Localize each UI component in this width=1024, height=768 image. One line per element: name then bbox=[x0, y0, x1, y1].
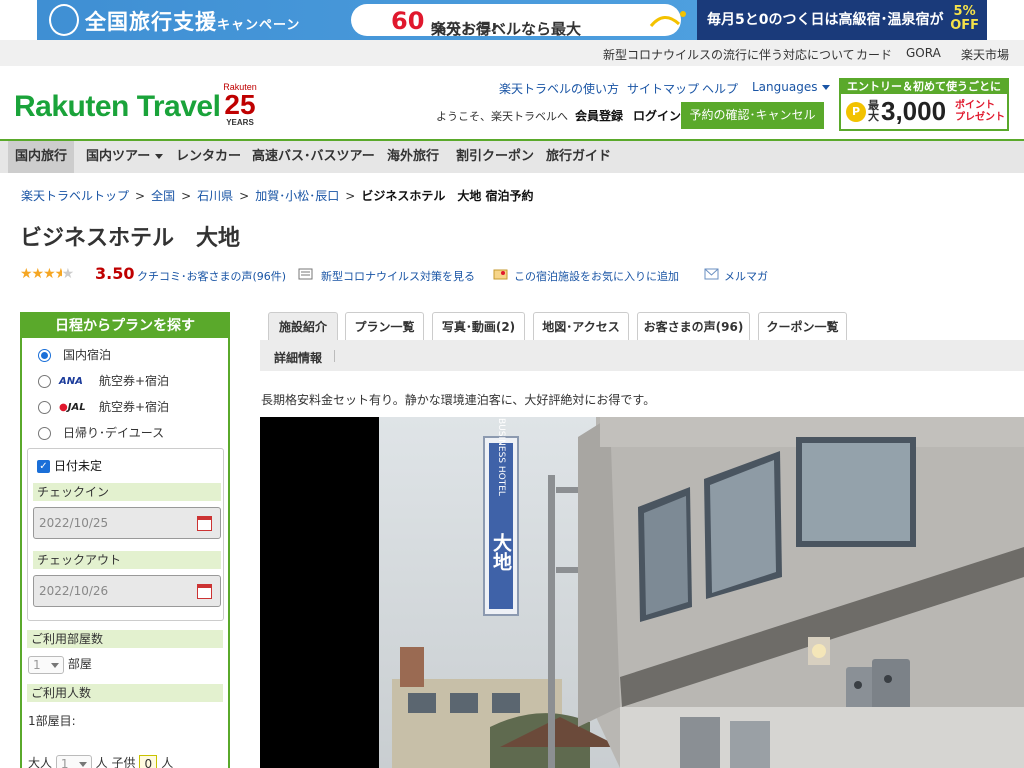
tab-reviews[interactable]: お客さまの声(96) bbox=[637, 312, 750, 340]
calendar-icon[interactable] bbox=[197, 516, 212, 531]
covid-info-link[interactable]: 新型コロナウイルスの流行に伴う対応について bbox=[603, 46, 855, 63]
main-nav: 国内旅行 国内ツアー レンタカー 高速バス･バスツアー 海外旅行 割引クーポン … bbox=[0, 139, 1024, 173]
covid-measures-link[interactable]: 新型コロナウイルス対策を見る bbox=[321, 268, 475, 284]
review-score: 3.50 bbox=[95, 264, 135, 283]
rooms-row: 1 部屋 bbox=[28, 655, 92, 674]
checkout-input[interactable]: 2022/10/26 bbox=[33, 575, 221, 607]
chevron-down-icon bbox=[155, 154, 164, 159]
radio-selected[interactable] bbox=[38, 349, 51, 362]
review-link[interactable]: クチコミ･お客さまの声(96件) bbox=[137, 268, 286, 284]
banner-title: 全国旅行支援キャンペーン bbox=[85, 10, 301, 34]
languages-dropdown[interactable]: Languages bbox=[752, 80, 831, 94]
date-undecided-checkbox[interactable]: ✓ 日付未定 bbox=[37, 457, 102, 474]
card-link[interactable]: カード bbox=[856, 46, 892, 63]
checkin-input[interactable]: 2022/10/25 bbox=[33, 507, 221, 539]
hotel-description: 長期格安料金セット有り。静かな環境連泊客に、大好評絶対にお得です。 bbox=[261, 393, 656, 407]
star-rating-icon: ★★★★★ bbox=[20, 266, 74, 282]
welcome-text: ようこそ、楽天トラベルへ bbox=[436, 110, 568, 123]
calendar-icon[interactable] bbox=[197, 584, 212, 599]
rooms-label: ご利用部屋数 bbox=[27, 630, 223, 648]
tab-photos[interactable]: 写真･動画(2) bbox=[432, 312, 525, 340]
breadcrumb-prefecture[interactable]: 石川県 bbox=[197, 189, 233, 203]
nav-bus[interactable]: 高速バス･バスツアー bbox=[245, 141, 382, 173]
nav-domestic-tour[interactable]: 国内ツアー bbox=[79, 141, 170, 173]
newsletter-link[interactable]: メルマガ bbox=[724, 268, 768, 284]
jal-logo-icon: ●JAL bbox=[59, 402, 86, 413]
sign-en-text: BUSINESS HOTEL bbox=[496, 418, 506, 496]
breadcrumb-area[interactable]: 加賀･小松･辰口 bbox=[255, 189, 339, 203]
hotel-exterior-image: BUSINESS HOTEL 大地 bbox=[260, 417, 1024, 768]
breadcrumb-national[interactable]: 全国 bbox=[151, 189, 175, 203]
option-day-use[interactable]: 日帰り･デイユース bbox=[38, 424, 164, 441]
help-link[interactable]: ヘルプ bbox=[702, 80, 738, 97]
chevron-down-icon bbox=[822, 85, 831, 90]
nav-rental-car[interactable]: レンタカー bbox=[169, 141, 248, 173]
decoration-icon bbox=[649, 11, 686, 27]
point-coin-icon: P bbox=[846, 102, 866, 122]
option-ana-package[interactable]: ANA 航空券+宿泊 bbox=[38, 372, 169, 389]
banner-offer: 楽天トラベルなら最大 60 %分お得! bbox=[351, 4, 681, 38]
how-to-use-link[interactable]: 楽天トラベルの使い方 bbox=[499, 80, 619, 97]
tab-plans[interactable]: プラン一覧 bbox=[345, 312, 424, 340]
gora-link[interactable]: GORA bbox=[906, 46, 941, 60]
divider bbox=[334, 350, 335, 362]
breadcrumb: 楽天トラベルトップ > 全国 > 石川県 > 加賀･小松･辰口 > ビジネスホテル 大地 宿泊予… bbox=[21, 189, 534, 203]
banner-right-offer: 毎月5と0のつく日は高級宿･温泉宿が 5% OFF bbox=[697, 0, 987, 40]
checkin-label: チェックイン bbox=[33, 483, 221, 501]
rating-row: ★★★★★ 3.50 クチコミ･お客さまの声(96件) 新型コロナウイルス対策を… bbox=[20, 264, 768, 283]
date-search-panel: 日程からプランを探す 国内宿泊 ANA 航空券+宿泊 ●JAL 航空券+宿泊 日帰り… bbox=[20, 312, 230, 768]
register-link[interactable]: 会員登録 bbox=[575, 107, 623, 124]
entry-point-banner[interactable]: エントリー＆初めて使うごとに P 最大 3,000 ポイント プレゼント bbox=[839, 78, 1009, 131]
document-icon bbox=[298, 268, 313, 280]
tab-map[interactable]: 地図･アクセス bbox=[533, 312, 629, 340]
child-input[interactable]: 0 bbox=[139, 754, 158, 768]
mail-icon bbox=[704, 268, 719, 280]
nav-coupon[interactable]: 割引クーポン bbox=[449, 141, 541, 173]
people-row: 大人 1 人 子供 0 人 bbox=[28, 754, 173, 768]
page-title: ビジネスホテル 大地 bbox=[20, 226, 241, 251]
banner-strip: 全国旅行支援キャンペーン 楽天トラベルなら最大 60 %分お得! 毎月5と0のつく日… bbox=[0, 0, 1024, 40]
favorite-folder-icon bbox=[493, 269, 508, 280]
option-domestic-stay[interactable]: 国内宿泊 bbox=[38, 346, 111, 363]
rakuten-travel-logo[interactable]: Rakuten Travel bbox=[14, 90, 221, 124]
add-favorite-link[interactable]: この宿泊施設をお気に入りに追加 bbox=[514, 268, 679, 284]
rakuten-ichiba-link[interactable]: 楽天市場 bbox=[961, 46, 1009, 63]
reservation-check-button[interactable]: 予約の確認･キャンセル bbox=[681, 102, 824, 129]
hotel-photo[interactable]: BUSINESS HOTEL 大地 bbox=[260, 417, 1024, 768]
room1-label: 1部屋目: bbox=[28, 714, 76, 728]
checkout-label: チェックアウト bbox=[33, 551, 221, 569]
campaign-banner[interactable]: 全国旅行支援キャンペーン 楽天トラベルなら最大 60 %分お得! 毎月5と0のつく日… bbox=[37, 0, 987, 40]
tab-facility-info[interactable]: 施設紹介 bbox=[268, 312, 338, 340]
campaign-logo-icon bbox=[49, 4, 79, 36]
sign-jp-text: 大地 bbox=[490, 532, 512, 571]
nav-overseas[interactable]: 海外旅行 bbox=[380, 141, 446, 173]
search-panel-header: 日程からプランを探す bbox=[22, 314, 228, 338]
checkmark-icon: ✓ bbox=[37, 460, 50, 473]
anniversary-badge: Rakuten 25 YEARS bbox=[223, 82, 257, 127]
tab-coupons[interactable]: クーポン一覧 bbox=[758, 312, 847, 340]
subtab-details[interactable]: 詳細情報 bbox=[274, 349, 322, 366]
date-box: ✓ 日付未定 チェックイン 2022/10/25 チェックアウト 2022/10/… bbox=[27, 448, 224, 621]
option-jal-package[interactable]: ●JAL 航空券+宿泊 bbox=[38, 398, 169, 415]
breadcrumb-top[interactable]: 楽天トラベルトップ bbox=[21, 189, 129, 203]
sitemap-link[interactable]: サイトマップ bbox=[627, 80, 699, 97]
nav-guide[interactable]: 旅行ガイド bbox=[539, 141, 618, 173]
nav-domestic-travel[interactable]: 国内旅行 bbox=[8, 141, 75, 173]
utility-bar: 新型コロナウイルスの流行に伴う対応について カード GORA 楽天市場 bbox=[0, 40, 1024, 66]
adult-select[interactable]: 1 bbox=[55, 754, 92, 768]
breadcrumb-current: ビジネスホテル 大地 宿泊予約 bbox=[361, 189, 534, 203]
login-link[interactable]: ログイン bbox=[633, 107, 681, 124]
people-label: ご利用人数 bbox=[27, 684, 223, 702]
subtab-bar: 詳細情報 bbox=[260, 340, 1024, 371]
rooms-select[interactable]: 1 bbox=[28, 655, 64, 674]
ana-logo-icon: ANA bbox=[59, 376, 83, 387]
